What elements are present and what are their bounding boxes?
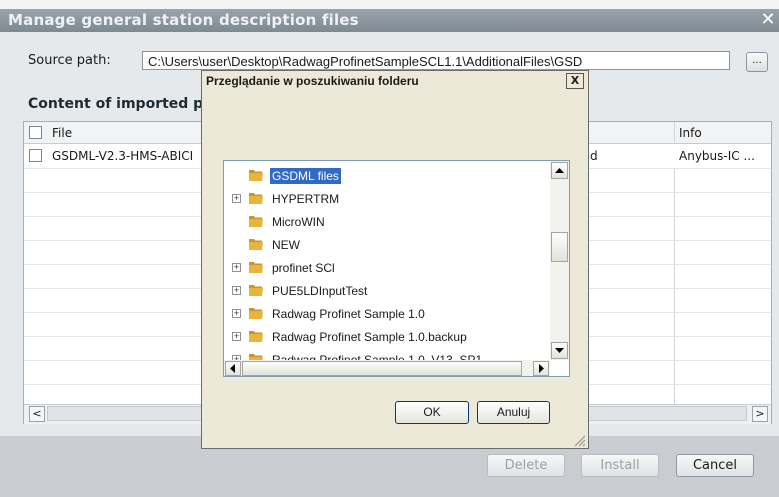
arrow-up-icon (555, 168, 564, 173)
tree-scroll-up-button[interactable] (551, 162, 568, 179)
folder-tree[interactable]: GSDML files + HYPERTRM MicroWIN NEW + profinet… (223, 160, 570, 377)
source-path-input[interactable]: C:\Users\user\Desktop\RadwagProfinetSamp… (142, 51, 730, 70)
column-header-file: File (52, 126, 73, 140)
row-info: Anybus-IC ... (679, 149, 755, 163)
folder-icon (249, 331, 263, 342)
column-header-info: Info (679, 126, 702, 140)
dialog-cancel-button[interactable]: Anuluj (477, 401, 550, 424)
folder-label: HYPERTRM (272, 192, 340, 206)
browse-button[interactable]: ... (746, 52, 768, 72)
row-file-name: GSDML-V2.3-HMS-ABICI (52, 149, 194, 163)
tree-scroll-thumb[interactable] (551, 232, 568, 262)
tree-scroll-down-button[interactable] (551, 342, 568, 359)
tree-scroll-left-button[interactable] (225, 361, 241, 376)
delete-button[interactable]: Delete (487, 454, 565, 477)
folder-icon (249, 239, 263, 250)
expand-icon[interactable]: + (232, 194, 241, 203)
folder-label: Radwag Profinet Sample 1.0 (272, 307, 425, 321)
resize-grip-icon[interactable] (572, 433, 586, 447)
folder-label: GSDML files (270, 168, 341, 184)
content-heading: Content of imported p (28, 96, 204, 112)
tree-scroll-right-button[interactable] (533, 361, 549, 376)
window-close-button[interactable]: ✕ (757, 9, 779, 32)
row-checkbox[interactable] (29, 149, 42, 162)
folder-label: PUE5LDInputTest (272, 284, 368, 298)
folder-label: Radwag Profinet Sample 1.0.backup (272, 330, 467, 344)
folder-icon (249, 193, 263, 204)
folder-icon (249, 262, 263, 273)
expand-icon[interactable]: + (232, 286, 241, 295)
folder-label: profinet SCl (272, 261, 335, 275)
arrow-right-icon (539, 364, 544, 373)
folder-label: MicroWIN (272, 215, 325, 229)
cancel-button[interactable]: Cancel (676, 454, 754, 477)
folder-icon (249, 170, 263, 181)
scroll-right-button[interactable]: > (752, 406, 768, 422)
tree-hscroll-thumb[interactable] (242, 361, 522, 376)
folder-label: NEW (272, 238, 300, 252)
ok-button[interactable]: OK (395, 401, 469, 424)
dialog-close-button[interactable]: X (566, 73, 584, 89)
install-button[interactable]: Install (581, 454, 659, 477)
folder-icon (249, 216, 263, 227)
scroll-left-button[interactable]: < (29, 406, 45, 422)
arrow-left-icon (230, 364, 235, 373)
folder-icon (249, 285, 263, 296)
expand-icon[interactable]: + (232, 332, 241, 341)
expand-icon[interactable]: + (232, 309, 241, 318)
expand-icon[interactable]: + (232, 263, 241, 272)
top-strip (0, 0, 779, 9)
folder-icon (249, 308, 263, 319)
select-all-checkbox[interactable] (29, 126, 42, 139)
arrow-down-icon (555, 348, 564, 353)
dialog-title: Przeglądanie w poszukiwaniu folderu (206, 74, 419, 88)
source-path-label: Source path: (28, 53, 111, 68)
row-version: d (590, 149, 598, 163)
window-title: Manage general station description files (8, 11, 359, 29)
